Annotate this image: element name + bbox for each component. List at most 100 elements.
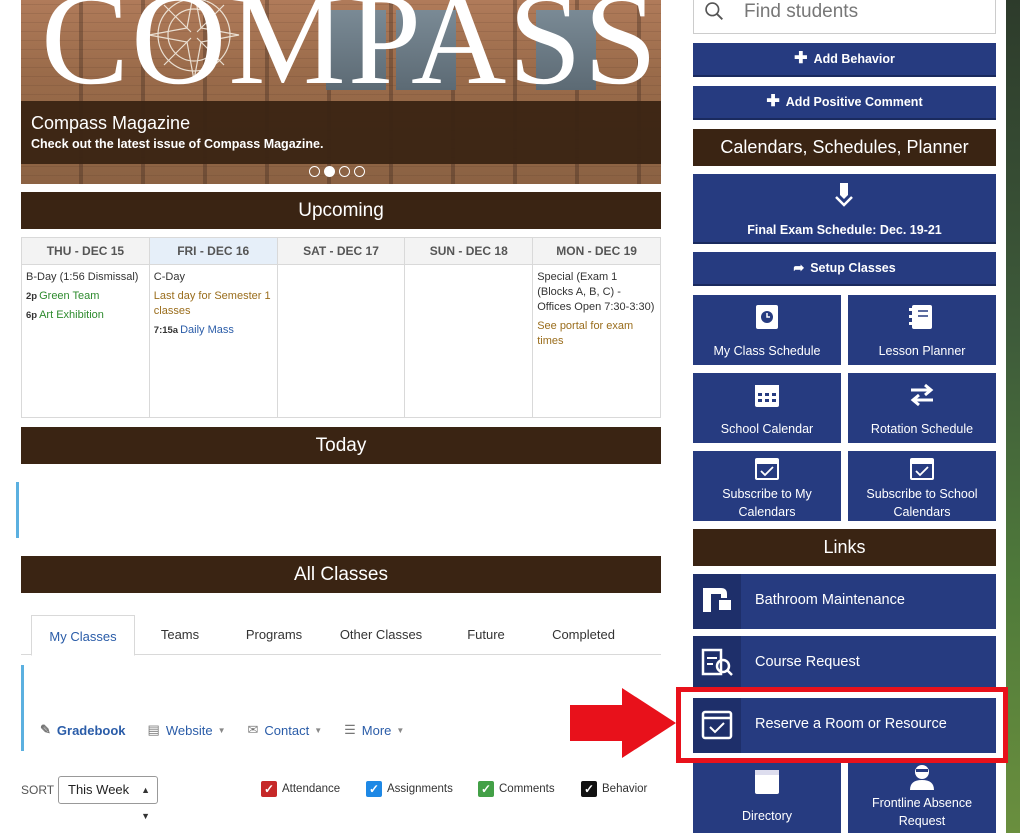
browser-icon: ▤ [147, 722, 160, 737]
swap-arrows-icon [910, 383, 934, 407]
calendar-event[interactable]: 7:15a Daily Mass [154, 323, 273, 338]
tab-future[interactable]: Future [451, 615, 521, 655]
background-photo-right [1006, 0, 1020, 833]
pencil-badge-icon [835, 183, 853, 207]
check-icon: ✓ [261, 781, 277, 797]
user-icon [910, 765, 934, 790]
course-request-link[interactable]: Course Request [693, 636, 996, 691]
carousel-dot-active[interactable] [324, 166, 335, 177]
carousel-dot[interactable] [309, 166, 320, 177]
calendar-event[interactable]: Last day for Semester 1 classes [154, 289, 273, 319]
banner-title: Compass Magazine [31, 113, 191, 133]
my-class-schedule-tile[interactable]: My Class Schedule [693, 295, 841, 365]
calendar-day: MON - DEC 19 Special (Exam 1 (Blocks A, … [533, 238, 660, 417]
carousel-dot[interactable] [354, 166, 365, 177]
attendance-checkbox[interactable]: ✓ Attendance [261, 781, 340, 797]
class-tabs: My Classes Teams Programs Other Classes … [21, 615, 661, 656]
sort-select[interactable]: This Week ▲ ▼ [58, 776, 158, 821]
tab-teams[interactable]: Teams [141, 615, 219, 655]
upcoming-calendar: THU - DEC 15 B-Day (1:56 Dismissal) 2p Gr… [21, 237, 661, 418]
website-link[interactable]: ▤ Website ▼ [148, 722, 226, 738]
search-input[interactable]: Find students [693, 0, 996, 34]
calendar-check-icon [910, 458, 934, 480]
school-calendar-tile[interactable]: School Calendar [693, 373, 841, 443]
bathroom-maintenance-link[interactable]: Bathroom Maintenance [693, 574, 996, 629]
calendar-check-icon [755, 458, 779, 480]
red-arrow-annotation [570, 688, 676, 758]
calendar-day-label: MON - DEC 19 [533, 238, 660, 265]
check-icon: ✓ [581, 781, 597, 797]
calendar-day: SAT - DEC 17 [277, 238, 406, 417]
menu-icon: ☰ [344, 722, 356, 737]
rotation-schedule-tile[interactable]: Rotation Schedule [848, 373, 996, 443]
setup-classes-button[interactable]: ➦ Setup Classes [693, 252, 996, 286]
class-link-bar: ✎ Gradebook ▤ Website ▼ ✉ Contact ▼ ☰ More ▼ [40, 722, 426, 738]
subscribe-school-calendars-tile[interactable]: Subscribe to School Calendars [848, 451, 996, 521]
calendar-event[interactable]: 6p Art Exhibition [26, 308, 145, 323]
carousel-dot[interactable] [339, 166, 350, 177]
search-icon [705, 2, 723, 20]
check-icon: ✓ [366, 781, 382, 797]
calendar-day-label: FRI - DEC 16 [149, 238, 277, 265]
caret-down-icon: ▼ [217, 725, 226, 735]
calendars-header: Calendars, Schedules, Planner [693, 129, 996, 166]
more-link[interactable]: ☰ More ▼ [344, 722, 404, 738]
contact-link[interactable]: ✉ Contact ▼ [247, 722, 322, 738]
banner-wordmark: COMPASS [41, 0, 660, 112]
calendar-grid-icon [755, 385, 779, 407]
faucet-icon [693, 574, 741, 629]
calendar-day-label: THU - DEC 15 [22, 238, 149, 265]
caret-down-icon: ▼ [314, 725, 323, 735]
tab-my-classes[interactable]: My Classes [31, 615, 135, 656]
sort-label: SORT [21, 783, 55, 797]
frontline-absence-tile[interactable]: Frontline Absence Request [848, 762, 996, 833]
calendar-day-label: SUN - DEC 18 [405, 238, 533, 265]
add-behavior-button[interactable]: ✚ Add Behavior [693, 43, 996, 77]
tab-completed[interactable]: Completed [536, 615, 631, 655]
add-positive-comment-button[interactable]: ✚ Add Positive Comment [693, 86, 996, 120]
plus-icon: ✚ [794, 50, 808, 67]
pencil-icon: ✎ [40, 722, 51, 737]
calendar-day: SUN - DEC 18 [405, 238, 534, 417]
class-indicator [21, 665, 24, 751]
calendar-event: B-Day (1:56 Dismissal) [26, 271, 139, 283]
highlight-box-annotation [676, 687, 1008, 763]
plus-icon: ✚ [766, 93, 780, 110]
behavior-checkbox[interactable]: ✓ Behavior [581, 781, 647, 797]
tab-programs[interactable]: Programs [231, 615, 317, 655]
tab-other-classes[interactable]: Other Classes [331, 615, 431, 655]
envelope-icon: ✉ [247, 722, 259, 737]
calendar-day-label: SAT - DEC 17 [277, 238, 405, 265]
magazine-banner[interactable]: COMPASS Compass Magazine Check out the l… [21, 0, 661, 184]
subscribe-my-calendars-tile[interactable]: Subscribe to My Calendars [693, 451, 841, 521]
banner-subtitle: Check out the latest issue of Compass Ma… [31, 137, 324, 151]
planner-icon [909, 305, 932, 329]
lesson-planner-tile[interactable]: Lesson Planner [848, 295, 996, 365]
check-icon: ✓ [478, 781, 494, 797]
caret-down-icon: ▼ [396, 725, 405, 735]
final-exam-schedule-button[interactable]: Final Exam Schedule: Dec. 19-21 [693, 174, 996, 244]
search-placeholder: Find students [744, 1, 859, 22]
calendar-icon [755, 770, 779, 794]
upcoming-header: Upcoming [21, 192, 661, 229]
today-header: Today [21, 427, 661, 464]
gradebook-link[interactable]: ✎ Gradebook [40, 722, 126, 738]
updown-icon: ▲ ▼ [141, 785, 150, 821]
calendar-event[interactable]: See portal for exam times [537, 319, 656, 349]
calendar-event[interactable]: 2p Green Team [26, 289, 145, 304]
links-header: Links [693, 529, 996, 566]
all-classes-header: All Classes [21, 556, 661, 593]
calendar-event: Special (Exam 1 (Blocks A, B, C) - Offic… [537, 271, 655, 313]
today-indicator [16, 482, 19, 538]
clock-document-icon [756, 305, 778, 329]
calendar-event: C-Day [153, 271, 185, 283]
directory-tile[interactable]: Directory [693, 762, 841, 833]
calendar-day: FRI - DEC 16 C-Day Last day for Semester… [149, 238, 278, 417]
share-arrow-icon: ➦ [793, 260, 805, 275]
calendar-day: THU - DEC 15 B-Day (1:56 Dismissal) 2p Gr… [22, 238, 150, 417]
sort-row: SORT This Week ▲ ▼ ✓ Attendance ✓ Assignment… [21, 776, 661, 821]
carousel-dots [309, 166, 365, 177]
document-search-icon [693, 636, 741, 691]
assignments-checkbox[interactable]: ✓ Assignments [366, 781, 453, 797]
comments-checkbox[interactable]: ✓ Comments [478, 781, 555, 797]
